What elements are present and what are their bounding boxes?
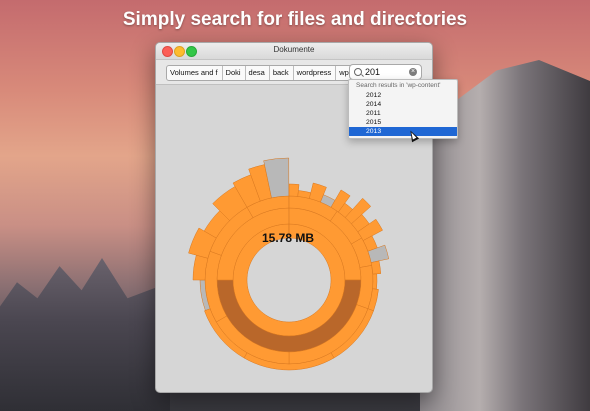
search-result-item-selected[interactable]: 2013 xyxy=(349,127,457,136)
sunburst-ring-4-segment[interactable] xyxy=(288,183,300,197)
breadcrumb-item[interactable]: Volumes and f xyxy=(167,66,223,80)
sunburst-ring-4-segment[interactable] xyxy=(372,273,378,290)
headline: Simply search for files and directories xyxy=(122,9,468,30)
background-rock-left xyxy=(0,258,170,411)
breadcrumb-item[interactable]: desa xyxy=(246,66,270,80)
search-result-item[interactable]: 2014 xyxy=(349,100,457,109)
sunburst-ring-4-segment[interactable] xyxy=(370,260,382,275)
search-icon xyxy=(354,68,362,76)
search-results-dropdown: Search results in 'wp-content' 2012 2014… xyxy=(348,79,458,139)
search-results-header: Search results in 'wp-content' xyxy=(356,82,441,89)
search-input[interactable]: 201 xyxy=(365,66,380,78)
search-result-item[interactable]: 2011 xyxy=(349,109,457,118)
total-size-label: 15.78 MB xyxy=(261,231,315,245)
breadcrumb-item[interactable]: Doki xyxy=(223,66,246,80)
search-field[interactable]: 201 × xyxy=(349,64,422,80)
titlebar[interactable]: Dokumente xyxy=(156,43,432,60)
clear-search-icon[interactable]: × xyxy=(409,68,417,76)
search-result-item[interactable]: 2012 xyxy=(349,91,457,100)
breadcrumb-item[interactable]: back xyxy=(270,66,294,80)
window-title: Dokumente xyxy=(273,45,315,54)
breadcrumb-item[interactable]: wordpress xyxy=(294,66,337,80)
search-result-item[interactable]: 2015 xyxy=(349,118,457,127)
